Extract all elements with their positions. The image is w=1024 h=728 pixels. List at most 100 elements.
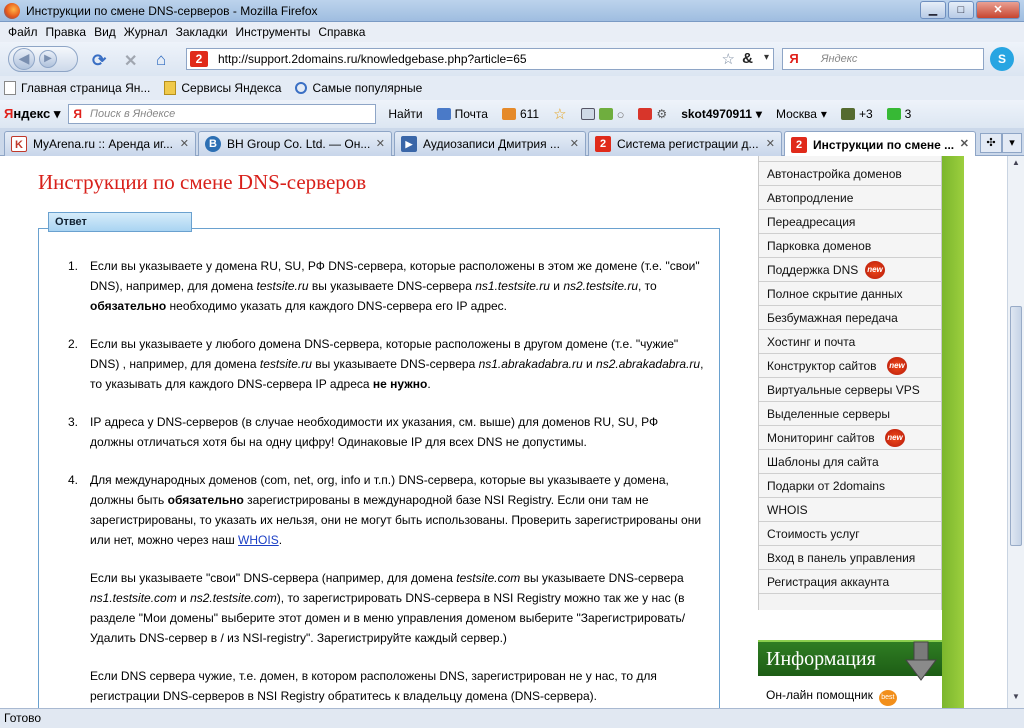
sidebar-item-vps[interactable]: Виртуальные серверы VPS: [759, 378, 941, 402]
bars-button[interactable]: ⚙: [638, 107, 667, 121]
sidebar-item-templates[interactable]: Шаблоны для сайта: [759, 450, 941, 474]
tab-bh-group[interactable]: B BH Group Co. Ltd. — Он... ✕: [198, 131, 392, 156]
sidebar-item-site-builder[interactable]: Конструктор сайтов new: [759, 354, 941, 378]
sidebar-item-hosting[interactable]: Хостинг и почта: [759, 330, 941, 354]
sidebar-item-autosetup[interactable]: Автонастройка доменов: [759, 162, 941, 186]
user-name: skot4970911: [681, 107, 752, 121]
sidebar-item-login[interactable]: Вход в панель управления: [759, 546, 941, 570]
tab-label: MyArena.ru :: Аренда иг...: [33, 137, 173, 151]
2domains-favicon-icon: 2: [595, 136, 611, 152]
city-menu[interactable]: Москва ▾: [776, 107, 827, 121]
vertical-scrollbar[interactable]: ▲ ▼: [1007, 156, 1024, 708]
page-content: Инструкции по смене DNS-серверов Ответ 1…: [0, 156, 1007, 708]
stop-icon[interactable]: ✕: [124, 51, 137, 71]
url-dropdown-icon[interactable]: ▾: [764, 52, 769, 63]
close-tab-icon[interactable]: ✕: [766, 137, 775, 150]
window-controls: ▁ □ ✕: [920, 1, 1020, 19]
tab-audio[interactable]: ▶ Аудиозаписи Дмитрия ... ✕: [394, 131, 586, 156]
weather-button[interactable]: +3: [840, 107, 873, 121]
close-tab-icon[interactable]: ✕: [570, 137, 579, 150]
scroll-up-icon[interactable]: ▲: [1010, 158, 1022, 172]
minimize-button[interactable]: ▁: [920, 1, 946, 19]
menu-view[interactable]: Вид: [90, 25, 120, 39]
count-button[interactable]: 611: [501, 107, 539, 121]
sidebar-item-dedicated[interactable]: Выделенные серверы: [759, 402, 941, 426]
yandex-search-icon[interactable]: Я: [785, 51, 803, 67]
reload-icon[interactable]: ⟳: [92, 51, 106, 71]
menu-edit[interactable]: Правка: [42, 25, 91, 39]
close-tab-icon[interactable]: ✕: [960, 137, 969, 150]
bookmark-star-icon[interactable]: ☆: [722, 50, 735, 68]
tab-dns-instructions[interactable]: 2 Инструкции по смене ... ✕: [784, 131, 976, 157]
forward-button[interactable]: ▶: [39, 50, 57, 68]
mail-button[interactable]: Почта: [436, 107, 488, 121]
online-helper-link[interactable]: Он-лайн помощник best: [758, 688, 942, 706]
menu-bar: Файл Правка Вид Журнал Закладки Инструме…: [0, 22, 1024, 42]
chat-icon: ○: [616, 106, 625, 122]
translate-button[interactable]: ○: [580, 106, 625, 122]
sidebar-item-parking[interactable]: Парковка доменов: [759, 234, 941, 258]
menu-history[interactable]: Журнал: [120, 25, 172, 39]
sidebar-footer: [759, 594, 941, 610]
bookmark-yandex-home[interactable]: Главная страница Ян...: [4, 81, 150, 95]
bookmark-yandex-services[interactable]: Сервисы Яндекса: [164, 81, 281, 95]
sidebar-item-monitoring[interactable]: Мониторинг сайтов new: [759, 426, 941, 450]
tab-registration[interactable]: 2 Система регистрации д... ✕: [588, 131, 782, 156]
sidebar-item-pricing[interactable]: Стоимость услуг: [759, 522, 941, 546]
favorites-button[interactable]: ☆: [553, 105, 566, 123]
find-button[interactable]: Найти: [388, 107, 422, 121]
decorative-green-strip: [942, 156, 964, 708]
bookmark-label: Главная страница Ян...: [21, 81, 151, 95]
sidebar-item-register[interactable]: Регистрация аккаунта: [759, 570, 941, 594]
menu-bookmarks[interactable]: Закладки: [172, 25, 232, 39]
url-bar[interactable]: 2 http://support.2domains.ru/knowledgeba…: [186, 48, 774, 70]
sidebar-item-privacy[interactable]: Полное скрытие данных: [759, 282, 941, 306]
sidebar-item-gifts[interactable]: Подарки от 2domains: [759, 474, 941, 498]
yandex-search-placeholder[interactable]: Поиск в Яндексе: [90, 108, 175, 120]
back-button[interactable]: ◀: [13, 48, 35, 70]
sidebar-item-redirect[interactable]: Переадресация: [759, 210, 941, 234]
search-box[interactable]: Я Яндекс: [782, 48, 984, 70]
tab-label: Инструкции по смене ...: [813, 137, 955, 152]
sidebar-item-whois[interactable]: WHOIS: [759, 498, 941, 522]
sidebar-item-paperless[interactable]: Безбумажная передача: [759, 306, 941, 330]
yandex-toolbar: Яндекс ▾ Я Поиск в Яндексе Найти Почта 6…: [0, 100, 1024, 128]
weather-icon: [840, 108, 855, 120]
close-tab-icon[interactable]: ✕: [180, 137, 189, 150]
traffic-button[interactable]: 3: [886, 107, 912, 121]
tab-label: Система регистрации д...: [617, 137, 759, 151]
list-item: 3. IP адреса у DNS-серверов (в случае не…: [68, 415, 659, 449]
search-icon: [295, 82, 308, 94]
foreign-dns-paragraph: Если DNS сервера чужие, т.е. домен, в ко…: [90, 669, 657, 703]
maximize-button[interactable]: □: [948, 1, 974, 19]
yandex-logo[interactable]: Яндекс ▾: [4, 106, 60, 122]
info-header: Информация: [758, 640, 942, 681]
window-title: Инструкции по смене DNS-серверов - Mozil…: [26, 3, 318, 18]
sidebar-item-dns-support[interactable]: Поддержка DNS new: [759, 258, 941, 282]
bookmark-most-visited[interactable]: Самые популярные: [295, 81, 422, 95]
2domains-favicon-icon: 2: [791, 136, 807, 153]
url-text[interactable]: http://support.2domains.ru/knowledgebase…: [218, 52, 527, 66]
yandex-search-input[interactable]: Я Поиск в Яндексе: [68, 104, 377, 124]
scroll-down-icon[interactable]: ▼: [1010, 692, 1022, 706]
whois-link[interactable]: WHOIS: [238, 533, 279, 547]
traffic-value: 3: [904, 107, 912, 121]
menu-file[interactable]: Файл: [4, 25, 42, 39]
new-tab-button[interactable]: ✣: [980, 133, 1002, 153]
skype-icon[interactable]: S: [990, 47, 1014, 71]
tab-myarena[interactable]: K MyArena.ru :: Аренда иг... ✕: [4, 131, 196, 156]
traffic-icon: [886, 108, 901, 120]
scroll-thumb[interactable]: [1010, 306, 1022, 546]
search-placeholder[interactable]: Яндекс: [821, 53, 857, 65]
close-window-button[interactable]: ✕: [976, 1, 1020, 19]
user-menu[interactable]: skot4970911 ▾: [681, 107, 762, 121]
menu-tools[interactable]: Инструменты: [232, 25, 315, 39]
sidebar-item-autorenew[interactable]: Автопродление: [759, 186, 941, 210]
menu-help[interactable]: Справка: [314, 25, 369, 39]
close-tab-icon[interactable]: ✕: [376, 137, 385, 150]
tab-bar: K MyArena.ru :: Аренда иг... ✕ B BH Grou…: [0, 128, 1024, 157]
tab-list-icon[interactable]: ▾: [1002, 133, 1022, 153]
new-badge-icon: new: [887, 357, 907, 375]
home-icon[interactable]: ⌂: [156, 50, 166, 70]
amp-icon[interactable]: &: [742, 50, 753, 67]
